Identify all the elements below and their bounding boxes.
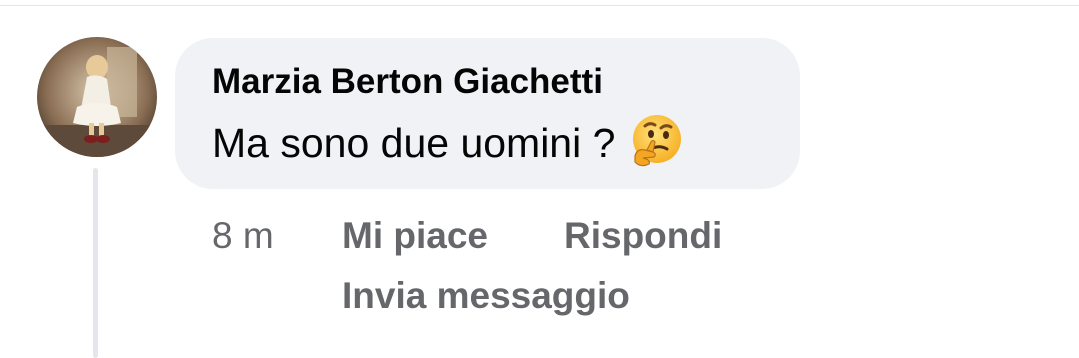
send-message-button[interactable]: Invia messaggio <box>342 275 630 317</box>
comment-screen: Marzia Berton Giachetti Ma sono due uomi… <box>0 0 1079 358</box>
comment-text-row: Ma sono due uomini ? <box>212 115 685 168</box>
comment-bubble: Marzia Berton Giachetti Ma sono due uomi… <box>175 38 800 189</box>
thinking-face-icon <box>629 112 685 168</box>
comment-author[interactable]: Marzia Berton Giachetti <box>212 62 603 102</box>
avatar[interactable] <box>37 37 157 157</box>
reply-button[interactable]: Rispondi <box>564 215 722 257</box>
top-divider <box>0 5 1079 6</box>
comment-text: Ma sono due uomini ? <box>212 119 616 166</box>
thread-line <box>93 168 98 358</box>
comment-time: 8 m <box>212 215 274 256</box>
avatar-photo <box>37 37 157 157</box>
like-button[interactable]: Mi piace <box>342 215 488 257</box>
